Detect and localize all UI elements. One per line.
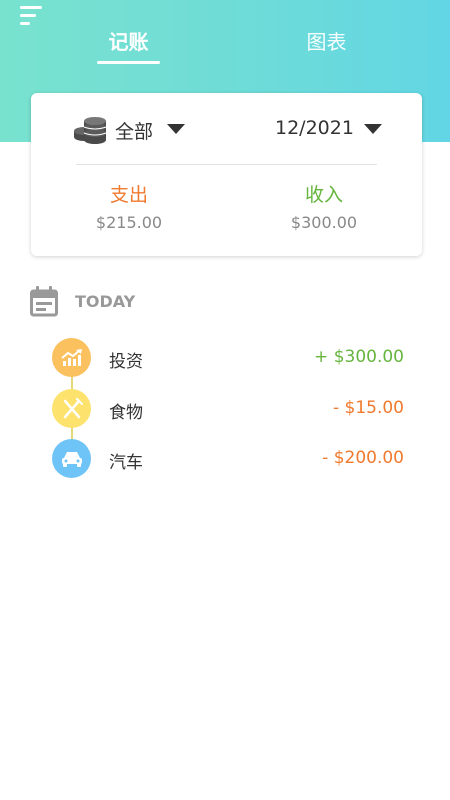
active-tab-indicator [97,61,160,64]
transaction-name: 投资 [109,352,143,372]
income-amount: $300.00 [290,213,358,232]
expense-amount: $215.00 [95,213,163,232]
income-label: 收入 [304,184,343,206]
divider [76,164,377,165]
fork-knife-icon [52,389,91,428]
calendar-icon [30,286,58,317]
tab-ledger[interactable]: 记账 [97,26,160,55]
transaction-amount: - $200.00 [322,448,404,468]
transaction-amount: - $15.00 [332,398,404,418]
transaction-amount: + $300.00 [314,347,404,367]
chevron-down-icon[interactable] [364,124,382,134]
tab-chart[interactable]: 图表 [295,26,358,55]
transaction-row[interactable]: 汽车 - $200.00 [0,439,450,479]
transaction-row[interactable]: 投资 + $300.00 [0,338,450,378]
account-filter-label[interactable]: 全部 [115,117,153,144]
menu-icon[interactable] [20,6,44,28]
expense-label: 支出 [109,184,148,206]
transaction-name: 汽车 [109,453,143,473]
chevron-down-icon[interactable] [167,124,185,134]
investment-chart-icon [52,338,91,377]
summary-card: 全部 12/2021 支出 $215.00 收入 $300.00 [31,93,422,256]
transaction-row[interactable]: 食物 - $15.00 [0,389,450,429]
transaction-name: 食物 [109,403,143,423]
day-group-label: TODAY [75,292,136,311]
car-icon [52,439,91,478]
date-filter-label[interactable]: 12/2021 [275,117,354,139]
coins-icon[interactable] [73,115,107,145]
